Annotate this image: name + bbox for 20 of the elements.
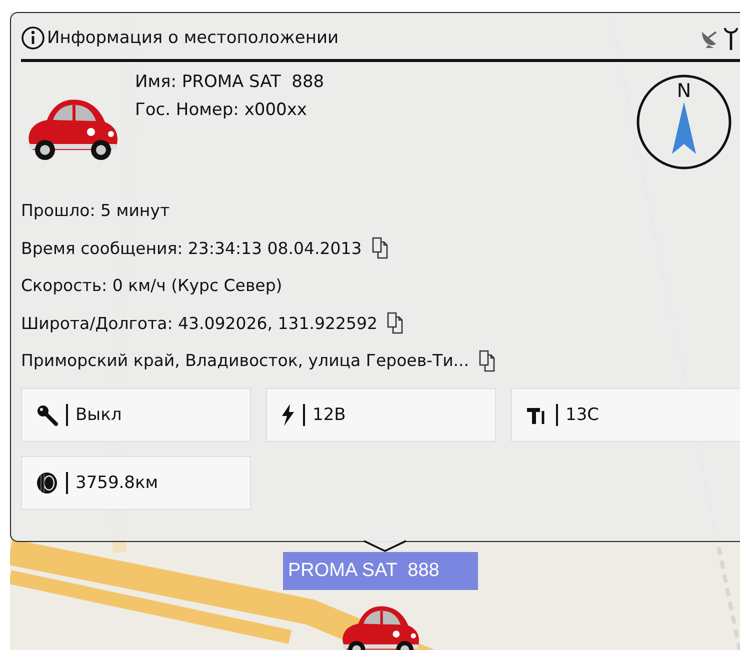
info-line: Скорость: 0 км/ч (Курс Север) [21,276,282,296]
compass-icon [636,74,732,170]
info-line: Время сообщения: 23:34:13 08.04.2013 [21,238,362,258]
tire-icon [36,472,58,494]
info-line: Широта/Долгота: 43.092026, 131.922592 [21,314,378,333]
info-line: Прошло: 5 минут [21,201,170,220]
key-icon [36,404,58,426]
popup-title: Информация о местоположении [47,28,340,48]
antenna-icon [724,26,738,50]
sensor-value: 3759.8км [76,472,158,492]
sensor-value: 12В [312,404,346,424]
vehicle-plate: Гос. Номер: x000xx [135,100,308,120]
compass-north-label: N [676,80,692,102]
marker-label: PROMA SAT 888 [283,552,478,590]
sensor-value: 13С [566,404,600,424]
vehicle-name: Имя: PROMA SAT 888 [135,72,326,92]
info-line: Приморский край, Владивосток, улица Героев-Ти... [21,351,470,370]
info-icon [21,26,45,50]
lightning-icon [281,404,295,426]
sensor-value: Выкл [76,404,122,424]
